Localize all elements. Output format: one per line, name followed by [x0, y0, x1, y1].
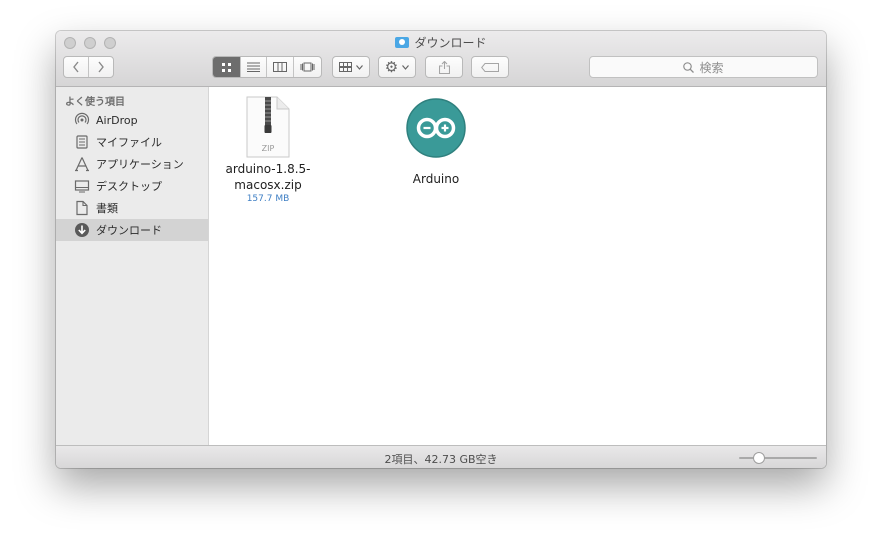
zip-label: ZIP	[262, 144, 275, 153]
sidebar-item-desktop[interactable]: デスクトップ	[56, 175, 208, 197]
search-icon	[683, 61, 695, 73]
tags-button[interactable]	[471, 56, 509, 78]
icon-view-icon	[221, 62, 231, 72]
sidebar-item-downloads[interactable]: ダウンロード	[56, 219, 208, 241]
sidebar-item-label: マイファイル	[96, 136, 162, 149]
sidebar-item-all-my-files[interactable]: マイファイル	[56, 131, 208, 153]
sidebar-item-label: デスクトップ	[96, 180, 162, 193]
sidebar-item-label: ダウンロード	[96, 224, 162, 237]
airdrop-icon	[74, 112, 90, 128]
chevron-down-icon	[356, 64, 363, 70]
chevron-right-icon	[98, 61, 104, 73]
window-title: ダウンロード	[56, 34, 826, 52]
arduino-app-icon	[406, 98, 466, 158]
cover-flow-icon	[300, 62, 315, 72]
back-forward-buttons	[63, 56, 114, 78]
column-view-button[interactable]	[267, 57, 294, 77]
column-view-icon	[272, 62, 287, 72]
sidebar-header: よく使う項目	[65, 97, 125, 108]
title-bar: ダウンロード ⚙ 検索	[56, 31, 826, 87]
sidebar-item-label: 書類	[96, 202, 118, 215]
zip-file-icon: ZIP	[246, 96, 290, 158]
action-menu-button[interactable]: ⚙	[378, 56, 416, 78]
icon-size-slider[interactable]	[739, 452, 817, 464]
search-field[interactable]: 検索	[589, 56, 818, 78]
downloads-icon	[74, 222, 90, 238]
arrange-button[interactable]	[332, 56, 370, 78]
share-button[interactable]	[425, 56, 463, 78]
file-browser-content: ZIP arduino-1.8.5- macosx.zip 157.7 MB A…	[209, 87, 826, 445]
status-text: 2項目、42.73 GB空き	[384, 453, 498, 466]
list-view-icon	[246, 62, 260, 72]
status-bar: 2項目、42.73 GB空き	[56, 445, 826, 468]
applications-icon	[74, 156, 90, 172]
desktop-icon	[74, 178, 90, 194]
downloads-folder-icon	[395, 37, 410, 48]
documents-icon	[74, 200, 90, 216]
file-name-line2: macosx.zip	[234, 178, 302, 192]
sidebar-item-applications[interactable]: アプリケーション	[56, 153, 208, 175]
sidebar: よく使う項目 AirDrop マイファイル アプリケーション デスクトップ 書類…	[56, 87, 209, 445]
forward-button[interactable]	[89, 57, 113, 77]
view-mode-segmented-control	[212, 56, 322, 78]
gear-icon: ⚙	[384, 57, 399, 76]
file-item-arduino-app[interactable]: Arduino	[392, 97, 480, 187]
file-size: 157.7 MB	[246, 194, 290, 204]
arrange-grid-icon	[339, 62, 352, 72]
chevron-left-icon	[72, 61, 79, 73]
share-icon	[438, 60, 450, 74]
tag-icon	[481, 62, 499, 72]
search-placeholder: 検索	[699, 60, 724, 75]
all-my-files-icon	[74, 134, 90, 150]
icon-view-button[interactable]	[213, 57, 241, 77]
file-name-line1: arduino-1.8.5-	[225, 162, 311, 176]
list-view-button[interactable]	[241, 57, 268, 77]
finder-window: ダウンロード ⚙ 検索 よく使う項目 AirDrop マイファイル アプリケーシ…	[56, 31, 826, 468]
file-item-zip[interactable]: ZIP arduino-1.8.5- macosx.zip 157.7 MB	[224, 95, 312, 204]
sidebar-item-airdrop[interactable]: AirDrop	[56, 109, 208, 131]
window-title-text: ダウンロード	[414, 36, 487, 50]
cover-flow-view-button[interactable]	[294, 57, 321, 77]
chevron-down-icon	[402, 64, 410, 70]
back-button[interactable]	[64, 57, 89, 77]
file-name: Arduino	[412, 172, 460, 186]
slider-knob[interactable]	[752, 452, 765, 464]
sidebar-item-label: アプリケーション	[96, 158, 184, 171]
sidebar-item-label: AirDrop	[96, 113, 138, 127]
sidebar-item-documents[interactable]: 書類	[56, 197, 208, 219]
